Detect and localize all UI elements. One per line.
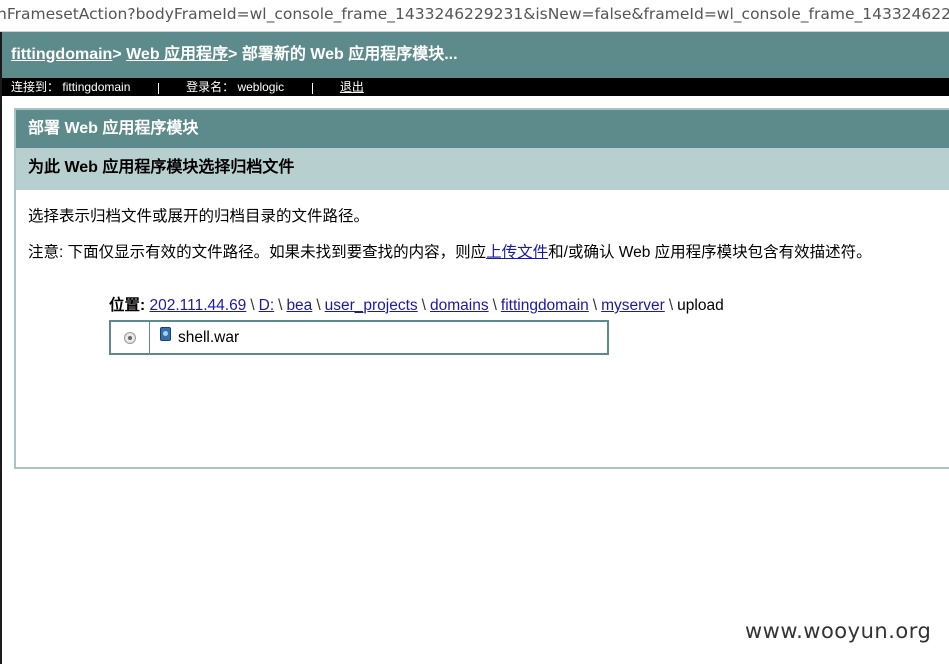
path-separator: \	[278, 297, 283, 314]
panel-subtitle: 为此 Web 应用程序模块选择归档文件	[16, 148, 949, 190]
watermark: www.wooyun.org	[745, 619, 932, 643]
breadcrumb-separator: >	[112, 46, 122, 63]
path-separator: \	[668, 297, 674, 314]
location-label: 位置:	[109, 297, 146, 314]
panel-note: 注意: 下面仅显示有效的文件路径。如果未找到要查找的内容，则应上传文件和/或确认…	[28, 240, 872, 262]
breadcrumb-separator: >	[228, 46, 238, 63]
address-bar[interactable]: nFramesetAction?bodyFrameId=wl_console_f…	[0, 0, 949, 32]
note-suffix: 和/或确认 Web 应用程序模块包含有效描述符。	[548, 244, 872, 261]
path-separator: \	[250, 297, 255, 314]
breadcrumb-current: 部署新的 Web 应用程序模块...	[241, 46, 458, 63]
path-link-myserver[interactable]: myserver	[601, 297, 665, 314]
panel-title: 部署 Web 应用程序模块	[16, 110, 949, 148]
divider	[157, 83, 159, 94]
path-separator: \	[316, 297, 321, 314]
path-link-user-projects[interactable]: user_projects	[325, 297, 418, 314]
file-name: shell.war	[178, 328, 240, 346]
breadcrumb: fittingdomain> Web 应用程序> 部署新的 Web 应用程序模块…	[2, 32, 949, 78]
connected-label: 连接到：	[11, 80, 60, 94]
address-bar-text: nFramesetAction?bodyFrameId=wl_console_f…	[0, 5, 949, 23]
file-select-cell	[111, 322, 150, 353]
path-link-bea[interactable]: bea	[286, 297, 312, 314]
logout-link[interactable]: 退出	[340, 80, 364, 94]
file-list-row: shell.war	[109, 320, 609, 355]
note-prefix: 注意: 下面仅显示有效的文件路径。如果未找到要查找的内容，则应	[28, 244, 487, 261]
breadcrumb-link-web-apps[interactable]: Web 应用程序	[126, 46, 228, 63]
divider	[311, 83, 313, 94]
connected-value: fittingdomain	[62, 80, 131, 94]
path-separator: \	[492, 297, 497, 314]
path-current: upload	[677, 297, 724, 314]
path-separator: \	[421, 297, 426, 314]
path-link-drive[interactable]: D:	[259, 297, 275, 314]
path-link-host[interactable]: 202.111.44.69	[149, 297, 246, 314]
user-bar: 连接到： fittingdomain 登录名： weblogic 退出	[2, 78, 949, 96]
login-value: weblogic	[237, 80, 285, 94]
path-link-fittingdomain[interactable]: fittingdomain	[501, 297, 589, 314]
location-path: 位置: 202.111.44.69 \ D: \ bea \ user_projects \ d…	[109, 293, 724, 315]
file-name-cell: shell.war	[150, 322, 607, 353]
path-separator: \	[592, 297, 598, 314]
console-frame: fittingdomain> Web 应用程序> 部署新的 Web 应用程序模块…	[0, 32, 949, 664]
login-label: 登录名：	[186, 80, 235, 94]
breadcrumb-link-domain[interactable]: fittingdomain	[11, 46, 112, 63]
war-file-icon	[160, 326, 171, 341]
upload-file-link[interactable]: 上传文件	[486, 244, 548, 261]
path-link-domains[interactable]: domains	[430, 297, 489, 314]
file-select-radio[interactable]	[124, 331, 136, 344]
deploy-panel: 部署 Web 应用程序模块 为此 Web 应用程序模块选择归档文件 选择表示归档…	[14, 108, 949, 469]
panel-description: 选择表示归档文件或展开的归档目录的文件路径。	[28, 208, 370, 225]
